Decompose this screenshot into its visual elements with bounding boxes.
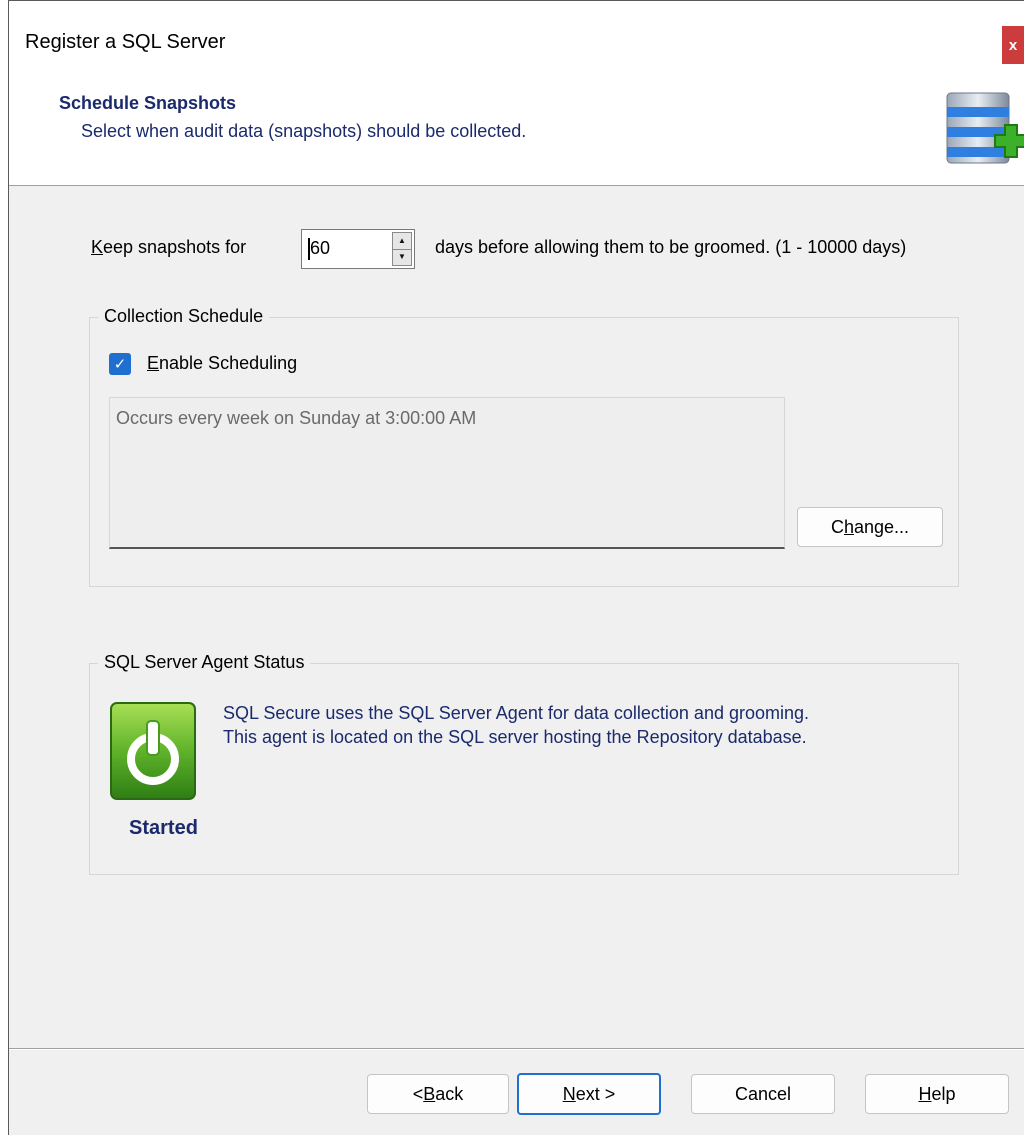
agent-description: SQL Secure uses the SQL Server Agent for…: [223, 703, 810, 747]
help-button[interactable]: Help: [865, 1074, 1009, 1114]
back-button[interactable]: < Back: [367, 1074, 509, 1114]
agent-status-text: Started: [129, 817, 198, 839]
title-bar: Register a SQL Server x: [9, 1, 1024, 85]
collection-schedule-title: Collection Schedule: [98, 306, 270, 327]
keep-days-spinner[interactable]: 60 ▲ ▼: [301, 229, 415, 269]
keep-snapshots-label: Keep snapshots for: [91, 237, 247, 257]
power-started-icon: [110, 702, 196, 800]
page-subtitle: Select when audit data (snapshots) shoul…: [81, 121, 527, 141]
enable-scheduling-label[interactable]: Enable Scheduling: [147, 353, 297, 374]
keep-days-input[interactable]: 60: [307, 238, 330, 260]
footer-separator: [9, 1048, 1024, 1050]
window-title: Register a SQL Server: [25, 31, 226, 53]
next-button[interactable]: Next >: [517, 1073, 661, 1115]
page-title: Schedule Snapshots: [59, 93, 237, 113]
change-button[interactable]: Ch ange...: [797, 507, 943, 547]
spin-up-button[interactable]: ▲: [392, 232, 412, 250]
schedule-description: Occurs every week on Sunday at 3:00:00 A…: [116, 408, 477, 428]
register-sql-server-dialog: Register a SQL Server x Schedule Snapsho…: [8, 0, 1024, 1135]
schedule-description-box: Occurs every week on Sunday at 3:00:00 A…: [109, 397, 785, 549]
cancel-button[interactable]: Cancel: [691, 1074, 835, 1114]
agent-status-title: SQL Server Agent Status: [98, 652, 311, 673]
wizard-header: Schedule Snapshots Select when audit dat…: [9, 85, 1024, 186]
enable-scheduling-checkbox[interactable]: ✓: [109, 353, 131, 375]
database-add-icon: [946, 92, 1024, 164]
spin-down-button[interactable]: ▼: [392, 249, 412, 266]
agent-status-group: SQL Server Agent Status: [89, 652, 959, 875]
close-button[interactable]: x: [1002, 26, 1024, 64]
keep-days-suffix: days before allowing them to be groomed.…: [435, 237, 907, 257]
